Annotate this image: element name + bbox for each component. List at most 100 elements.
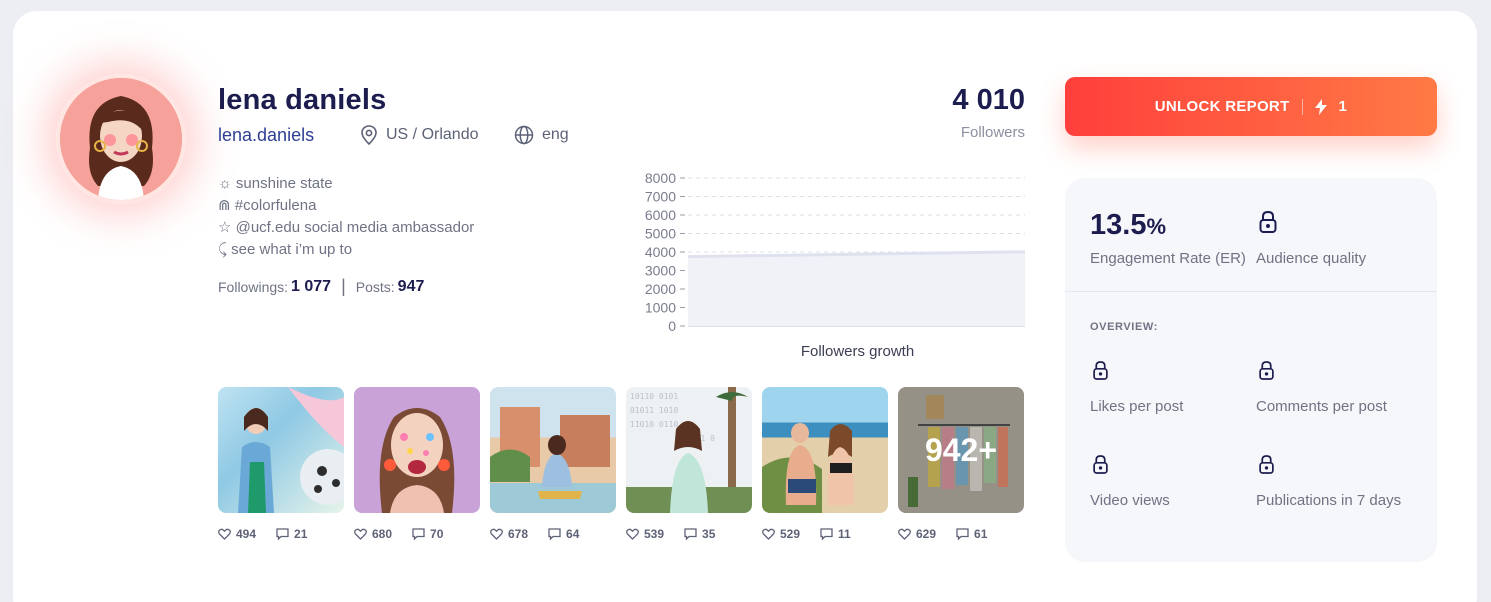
likes-count: 678 [508, 527, 529, 541]
svg-text:01011 1010: 01011 1010 [630, 406, 678, 415]
unlock-report-button[interactable]: UNLOCK REPORT 1 [1065, 77, 1437, 136]
engagement-rate-label: Engagement Rate (ER) [1090, 250, 1246, 267]
bio-line: ⋒ #colorfulena [218, 197, 317, 214]
post-card[interactable]: 529 11 [762, 387, 888, 541]
bio-line: ☆ @ucf.edu social media ambassador [218, 219, 475, 236]
chart-y-tick: 3000 [645, 263, 676, 279]
chart-y-tick: 0 [668, 318, 676, 334]
avatar [56, 74, 186, 204]
audience-quality-label: Audience quality [1256, 250, 1367, 267]
comments-count: 35 [702, 527, 716, 541]
post-thumbnail[interactable]: 10110 010101011 1010 11010 01101011 0 [626, 387, 752, 513]
post-stats: 539 35 [626, 527, 752, 541]
likes-count: 629 [916, 527, 937, 541]
post-thumbnail[interactable] [354, 387, 480, 513]
er-number: 13.5 [1090, 209, 1147, 241]
bio-line: ☼ sunshine state [218, 175, 333, 192]
chart-y-tick: 7000 [645, 189, 676, 205]
comments-count: 70 [430, 527, 444, 541]
language: eng [514, 125, 569, 145]
chart-xlabel: Followers growth [800, 343, 915, 360]
post-card[interactable]: 680 70 [354, 387, 480, 541]
er-unit: % [1146, 214, 1167, 239]
post-thumbnail[interactable] [218, 387, 344, 513]
likes-count: 680 [372, 527, 393, 541]
avatar-illustration [60, 78, 182, 200]
stats-divider: | [341, 276, 346, 296]
chart-y-tick: 6000 [645, 207, 676, 223]
post-card[interactable]: 10110 010101011 1010 11010 01101011 0 53… [626, 387, 752, 541]
heart-icon [626, 528, 639, 540]
lightning-icon [1314, 98, 1327, 115]
post-likes: 678 [490, 527, 528, 541]
followers-count: 4 010 [952, 84, 1025, 116]
post-card[interactable]: 494 21 [218, 387, 344, 541]
post-card[interactable]: 942+ 629 61 [898, 387, 1024, 541]
location-text: US / Orlando [386, 126, 479, 143]
profile-handle-link[interactable]: lena.daniels [218, 125, 314, 146]
button-divider [1301, 98, 1303, 115]
post-thumbnail[interactable] [762, 387, 888, 513]
svg-text:10110 0101: 10110 0101 [630, 392, 678, 401]
followers-label: Followers [960, 124, 1025, 141]
post-likes: 529 [762, 527, 800, 541]
post-photo: 10110 010101011 1010 11010 01101011 0 [626, 387, 752, 513]
chart-y-tick: 8000 [645, 170, 676, 186]
comment-icon [684, 528, 697, 540]
post-comments: 21 [276, 527, 307, 541]
likes-per-post-label: Likes per post [1090, 398, 1184, 415]
post-stats: 680 70 [354, 527, 480, 541]
svg-text:11010 0110: 11010 0110 [630, 420, 678, 429]
post-likes: 494 [218, 527, 256, 541]
heart-icon [490, 528, 503, 540]
chart-y-tick: 1000 [645, 300, 676, 316]
followings-count: 1 077 [291, 277, 332, 295]
heart-icon [762, 528, 775, 540]
likes-count: 494 [236, 527, 257, 541]
post-card[interactable]: 678 64 [490, 387, 616, 541]
followings-label: Followings: [218, 278, 289, 295]
post-likes: 629 [898, 527, 936, 541]
chart-area [688, 251, 1025, 326]
bio-line: ⤹ see what i’m up to [218, 241, 353, 258]
recent-posts: 494 21 680 70 678 64 10110 0101 01011 10… [218, 387, 1024, 541]
comments-count: 64 [566, 527, 580, 541]
chart-y-tick: 2000 [645, 281, 676, 297]
comments-count: 61 [974, 527, 988, 541]
chart-y-tick: 5000 [645, 226, 676, 242]
comment-icon [820, 528, 833, 540]
post-thumbnail[interactable] [490, 387, 616, 513]
location-pin-icon [361, 125, 377, 145]
globe-icon [514, 125, 534, 145]
post-photo [379, 408, 455, 513]
comments-count: 11 [838, 527, 851, 541]
post-stats: 494 21 [218, 527, 344, 541]
heart-icon [218, 528, 231, 540]
post-comments: 70 [412, 527, 443, 541]
lock-icon [1259, 210, 1277, 233]
post-stats: 629 61 [898, 527, 1024, 541]
comment-icon [548, 528, 561, 540]
post-photo [490, 407, 616, 513]
comment-icon [276, 528, 289, 540]
profile-stats: Followings: 1 077 | Posts: 947 [218, 276, 424, 297]
followers-growth-chart: 8000 7000 6000 5000 4000 3000 2000 1000 0 [645, 170, 1026, 334]
likes-count: 529 [780, 527, 801, 541]
profile-bio: ☼ sunshine state ⋒ #colorfulena ☆ @ucf.e… [218, 173, 474, 261]
post-photo [762, 423, 855, 513]
post-thumbnail-more[interactable]: 942+ [898, 387, 1024, 513]
panel-divider [1065, 291, 1437, 292]
language-text: eng [542, 126, 569, 143]
location: US / Orlando [360, 125, 478, 145]
post-comments: 61 [956, 527, 987, 541]
posts-count: 947 [397, 277, 425, 295]
publications-7-days-label: Publications in 7 days [1256, 492, 1402, 509]
lock-icon [1259, 455, 1274, 474]
post-likes: 680 [354, 527, 392, 541]
video-views-label: Video views [1090, 492, 1170, 509]
post-comments: 35 [684, 527, 715, 541]
comments-count: 21 [294, 527, 308, 541]
more-posts-overlay[interactable]: 942+ [898, 387, 1024, 513]
lock-icon [1093, 455, 1108, 474]
lock-icon [1259, 361, 1274, 380]
